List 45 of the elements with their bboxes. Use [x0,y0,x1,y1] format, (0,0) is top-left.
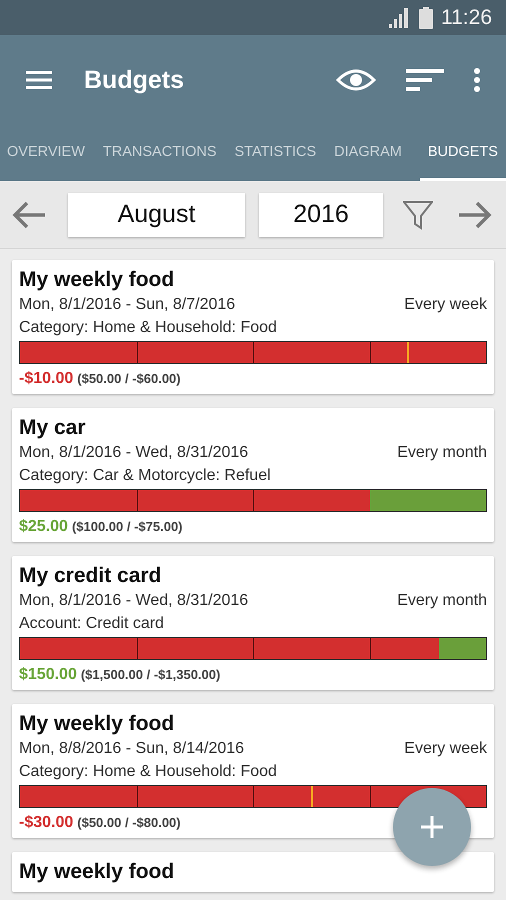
budget-scope: Account: Credit card [19,614,164,634]
menu-icon[interactable] [26,71,52,89]
budget-title: My credit card [19,563,162,589]
filter-icon[interactable] [403,200,433,230]
signal-icon [389,8,411,28]
remaining-amount: -$10.00 [19,370,74,388]
budget-card[interactable]: My weekly food Mon, 8/1/2016 - Sun, 8/7/2016 Every week Category: Home & Household: Food -$10.00 ($50.00 / -$60.00) [12,260,494,394]
budget-detail: ($100.00 / -$75.00) [72,519,183,534]
screen-title: Budgets [84,66,185,94]
date-range: Mon, 8/1/2016 - Sun, 8/7/2016 [19,295,236,315]
budget-card[interactable]: My credit card Mon, 8/1/2016 - Wed, 8/31/2016 Every month Account: Credit card $150.00 ($1,500.00 / -$1,350.00) [12,556,494,690]
budget-detail: ($50.00 / -$60.00) [77,371,181,386]
remaining-amount: $25.00 [19,518,68,536]
repeat-interval: Every week [404,295,487,315]
budget-title: My weekly food [19,711,174,737]
budget-card[interactable]: My weekly food Mon, 8/8/2016 - Sun, 8/14/2016 Every week Category: Home & Household: Food -$30.00 ($50.00 / -$80.00) [12,704,494,838]
date-range: Mon, 8/1/2016 - Wed, 8/31/2016 [19,443,248,463]
eye-icon[interactable] [336,68,376,92]
year-selector[interactable]: 2016 [259,192,383,236]
budget-title: My weekly food [19,859,174,885]
budget-scope: Category: Home & Household: Food [19,318,277,338]
clock-time: 11:26 [441,6,492,30]
battery-icon [419,6,433,28]
more-icon[interactable] [474,68,480,92]
plus-icon [421,816,443,838]
date-range: Mon, 8/8/2016 - Sun, 8/14/2016 [19,739,244,759]
eye-shape [336,70,376,90]
budget-title: My weekly food [19,267,174,293]
budget-card[interactable]: My weekly food [12,852,494,892]
budget-title: My car [19,415,86,441]
arrow-left-icon[interactable] [12,200,46,228]
budget-scope: Category: Home & Household: Food [19,762,277,782]
sort-icon[interactable] [406,69,444,91]
repeat-interval: Every week [404,739,487,759]
budget-card[interactable]: My car Mon, 8/1/2016 - Wed, 8/31/2016 Every month Category: Car & Motorcycle: Refuel $25.00 ($100.00 / -$75.00) [12,408,494,542]
month-selector[interactable]: August [68,192,245,236]
remaining-amount: $150.00 [19,666,77,684]
date-range: Mon, 8/1/2016 - Wed, 8/31/2016 [19,591,248,611]
remaining-amount: -$30.00 [19,814,74,832]
repeat-interval: Every month [397,443,487,463]
budget-detail: ($50.00 / -$80.00) [77,815,181,830]
budget-detail: ($1,500.00 / -$1,350.00) [80,667,220,682]
repeat-interval: Every month [397,591,487,611]
budget-scope: Category: Car & Motorcycle: Refuel [19,466,271,486]
arrow-right-icon[interactable] [458,200,492,228]
